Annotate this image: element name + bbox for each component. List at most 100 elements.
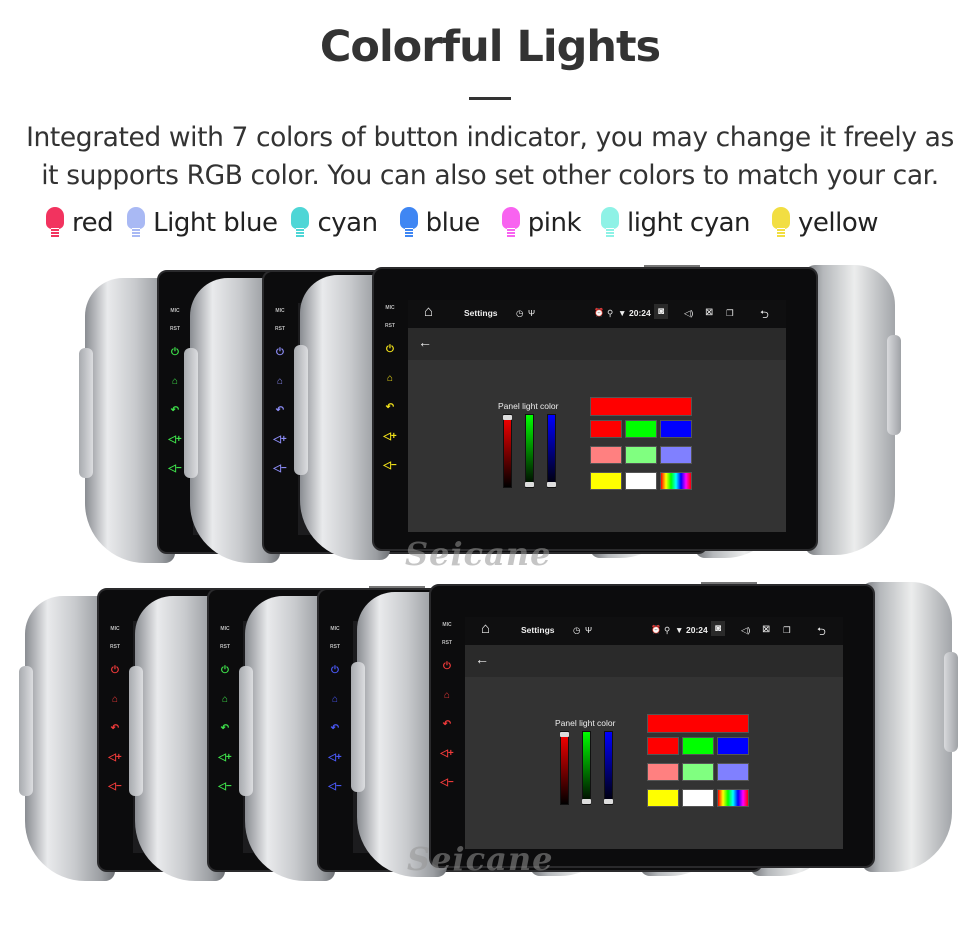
rst-button[interactable]: RST bbox=[270, 320, 290, 338]
home-icon[interactable]: ⌂ bbox=[380, 364, 400, 393]
back-icon[interactable]: ↶ bbox=[437, 710, 457, 739]
power-icon[interactable]: ⏻ bbox=[215, 656, 235, 685]
wifi-icon[interactable]: ▼ bbox=[675, 625, 683, 635]
color-swatch-0000ff[interactable] bbox=[717, 737, 749, 755]
color-swatch-8080ff[interactable] bbox=[660, 446, 692, 464]
back-arrow-icon[interactable]: ← bbox=[475, 651, 489, 667]
volume-down-icon[interactable]: ◁− bbox=[105, 772, 125, 801]
back-icon[interactable]: ↶ bbox=[325, 714, 345, 743]
color-swatch-ff8080[interactable] bbox=[647, 763, 679, 781]
close-app-icon[interactable]: ⊠ bbox=[762, 624, 770, 635]
color-swatch-ff8080[interactable] bbox=[590, 446, 622, 464]
volume-down-icon[interactable]: ◁− bbox=[165, 454, 185, 483]
volume-down-icon[interactable]: ◁− bbox=[437, 768, 457, 797]
back-icon[interactable]: ↶ bbox=[105, 714, 125, 743]
volume-down-icon[interactable]: ◁− bbox=[380, 451, 400, 480]
volume-up-icon[interactable]: ◁+ bbox=[270, 425, 290, 454]
recents-icon[interactable]: ❐ bbox=[783, 625, 791, 636]
back-arrow-icon[interactable]: ← bbox=[418, 334, 432, 350]
rst-button[interactable]: RST bbox=[215, 638, 235, 656]
color-swatch-ffff00[interactable] bbox=[647, 789, 679, 807]
green-slider[interactable] bbox=[525, 414, 534, 488]
back-icon[interactable]: ↶ bbox=[165, 396, 185, 425]
power-icon[interactable]: ⏻ bbox=[270, 338, 290, 367]
alarm-icon[interactable]: ⏰ bbox=[651, 625, 661, 634]
camera-icon[interactable]: ◙ bbox=[654, 304, 669, 319]
timer-icon[interactable]: ◷ bbox=[573, 625, 580, 636]
color-swatch-00ff00[interactable] bbox=[682, 737, 714, 755]
volume-icon[interactable]: ◁) bbox=[684, 308, 693, 319]
volume-up-icon[interactable]: ◁+ bbox=[380, 422, 400, 451]
color-swatch-0000ff[interactable] bbox=[660, 420, 692, 438]
wifi-icon[interactable]: ▼ bbox=[618, 308, 626, 318]
volume-up-icon[interactable]: ◁+ bbox=[165, 425, 185, 454]
home-icon[interactable]: ⌂ bbox=[105, 685, 125, 714]
blue-slider-knob[interactable] bbox=[604, 799, 613, 804]
color-swatch-ff0000[interactable] bbox=[590, 420, 622, 438]
bulb-base bbox=[296, 228, 305, 237]
back-icon[interactable]: ↶ bbox=[270, 396, 290, 425]
color-swatch-rainbow[interactable] bbox=[717, 789, 749, 807]
color-swatch-80ff80[interactable] bbox=[625, 446, 657, 464]
volume-up-icon[interactable]: ◁+ bbox=[105, 743, 125, 772]
color-swatch-ffffff[interactable] bbox=[625, 472, 657, 490]
usb-icon[interactable]: Ψ bbox=[585, 625, 592, 635]
blue-slider[interactable] bbox=[604, 731, 613, 805]
color-swatch-ffff00[interactable] bbox=[590, 472, 622, 490]
home-button-icon[interactable]: ⌂ bbox=[481, 620, 490, 637]
blue-slider-knob[interactable] bbox=[547, 482, 556, 487]
return-icon[interactable]: ⮌ bbox=[817, 623, 826, 642]
bezel-top-line bbox=[644, 265, 700, 267]
red-slider-knob[interactable] bbox=[560, 732, 569, 737]
volume-up-icon[interactable]: ◁+ bbox=[215, 743, 235, 772]
color-swatch-80ff80[interactable] bbox=[682, 763, 714, 781]
color-swatch-ff0000[interactable] bbox=[647, 737, 679, 755]
recents-icon[interactable]: ❐ bbox=[726, 308, 734, 319]
volume-up-icon[interactable]: ◁+ bbox=[437, 739, 457, 768]
back-icon[interactable]: ↶ bbox=[380, 393, 400, 422]
color-swatch-ffffff[interactable] bbox=[682, 789, 714, 807]
location-icon[interactable]: ⚲ bbox=[664, 625, 670, 636]
color-swatch-00ff00[interactable] bbox=[625, 420, 657, 438]
green-slider-knob[interactable] bbox=[525, 482, 534, 487]
volume-icon[interactable]: ◁) bbox=[741, 625, 750, 636]
red-slider-knob[interactable] bbox=[503, 415, 512, 420]
red-slider[interactable] bbox=[503, 414, 512, 488]
rst-button[interactable]: RST bbox=[380, 317, 400, 335]
back-icon[interactable]: ↶ bbox=[215, 714, 235, 743]
home-icon[interactable]: ⌂ bbox=[325, 685, 345, 714]
volume-down-icon[interactable]: ◁− bbox=[325, 772, 345, 801]
close-app-icon[interactable]: ⊠ bbox=[705, 307, 713, 318]
location-icon[interactable]: ⚲ bbox=[607, 308, 613, 319]
return-icon[interactable]: ⮌ bbox=[760, 306, 769, 325]
camera-icon[interactable]: ◙ bbox=[711, 621, 726, 636]
timer-icon[interactable]: ◷ bbox=[516, 308, 523, 319]
power-icon[interactable]: ⏻ bbox=[165, 338, 185, 367]
watermark: Seicane bbox=[407, 840, 554, 878]
rst-button[interactable]: RST bbox=[105, 638, 125, 656]
button-panel: MIC RST ⏻ ⌂ ↶ ◁+ ◁− bbox=[380, 299, 400, 480]
rst-button[interactable]: RST bbox=[325, 638, 345, 656]
usb-icon[interactable]: Ψ bbox=[528, 308, 535, 318]
color-swatch-rainbow[interactable] bbox=[660, 472, 692, 490]
power-icon[interactable]: ⏻ bbox=[325, 656, 345, 685]
alarm-icon[interactable]: ⏰ bbox=[594, 308, 604, 317]
color-swatch-8080ff[interactable] bbox=[717, 763, 749, 781]
green-slider[interactable] bbox=[582, 731, 591, 805]
blue-slider[interactable] bbox=[547, 414, 556, 488]
rst-button[interactable]: RST bbox=[437, 634, 457, 652]
volume-up-icon[interactable]: ◁+ bbox=[325, 743, 345, 772]
home-button-icon[interactable]: ⌂ bbox=[424, 303, 433, 320]
volume-down-icon[interactable]: ◁− bbox=[215, 772, 235, 801]
power-icon[interactable]: ⏻ bbox=[437, 652, 457, 681]
red-slider[interactable] bbox=[560, 731, 569, 805]
home-icon[interactable]: ⌂ bbox=[437, 681, 457, 710]
volume-down-icon[interactable]: ◁− bbox=[270, 454, 290, 483]
home-icon[interactable]: ⌂ bbox=[270, 367, 290, 396]
rst-button[interactable]: RST bbox=[165, 320, 185, 338]
power-icon[interactable]: ⏻ bbox=[105, 656, 125, 685]
home-icon[interactable]: ⌂ bbox=[215, 685, 235, 714]
green-slider-knob[interactable] bbox=[582, 799, 591, 804]
power-icon[interactable]: ⏻ bbox=[380, 335, 400, 364]
home-icon[interactable]: ⌂ bbox=[165, 367, 185, 396]
